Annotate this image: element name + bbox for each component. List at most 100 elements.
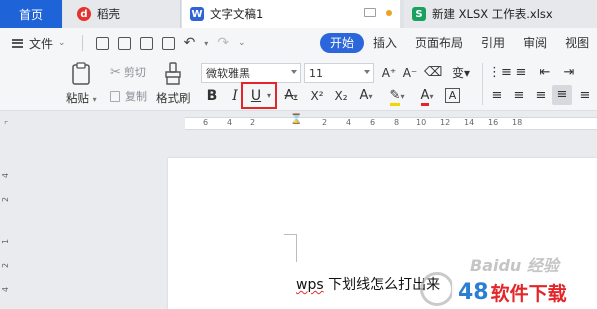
- align-center-icon[interactable]: ≡: [510, 86, 528, 106]
- strikethrough-button[interactable]: A▾: [280, 86, 302, 107]
- font-color-button[interactable]: A▾: [414, 86, 440, 107]
- tab-active-document-label: 文字文稿1: [210, 7, 264, 21]
- pinyin-guide-icon[interactable]: 变▾: [448, 63, 474, 83]
- file-menu-button[interactable]: 文件 ⌄: [12, 35, 66, 52]
- paste-label: 粘贴 ▾: [66, 91, 97, 105]
- ruler-label: 4: [346, 118, 352, 127]
- ribbon-toolbar: 粘贴 ▾ ✂ 剪切 复制 格式刷 微软雅黑 11 A⁺ A⁻ ⌫ 变▾ B I …: [0, 58, 597, 111]
- font-name-value: 微软雅黑: [206, 67, 250, 80]
- ribbon-tab-references[interactable]: 引用: [472, 33, 514, 53]
- ruler-label: 6: [370, 118, 376, 127]
- ruler-label: 14: [464, 118, 475, 127]
- chevron-down-icon: ⌄: [58, 38, 66, 48]
- document-text[interactable]: wps 下划线怎么打出来: [296, 274, 440, 294]
- font-name-dropdown-icon: [291, 70, 297, 74]
- ribbon-tab-review[interactable]: 审阅: [514, 33, 556, 53]
- vruler-label: 4: [1, 286, 11, 293]
- vruler-label: 4: [1, 172, 11, 179]
- ribbon-tab-home[interactable]: 开始: [320, 33, 365, 53]
- document-text-wps: wps: [296, 277, 324, 293]
- tab-docer[interactable]: d 稻壳: [63, 0, 181, 28]
- writer-doc-icon: W: [190, 7, 204, 21]
- ribbon-tabs: 开始 插入 页面布局 引用 审阅 视图 章: [320, 33, 597, 53]
- highlight-color-button[interactable]: ✎▾: [384, 86, 410, 107]
- paste-button[interactable]: 粘贴 ▾: [66, 62, 97, 106]
- indent-marker-icon[interactable]: ⌛: [290, 114, 302, 125]
- horizontal-ruler: 6 4 2 2 4 6 8 10 12 14 16 18 ⌛ ⌜: [0, 111, 597, 133]
- window-tab-bar: 首页 d 稻壳 W 文字文稿1 S 新建 XLSX 工作表.xlsx: [0, 0, 597, 28]
- divider: [482, 63, 483, 105]
- text-effect-button[interactable]: A▾: [355, 86, 377, 107]
- font-size-value: 11: [309, 66, 323, 80]
- justify-icon[interactable]: ≡: [552, 85, 572, 105]
- ribbon-tab-view[interactable]: 视图: [556, 33, 597, 53]
- monitor-icon[interactable]: [364, 8, 376, 17]
- print-icon[interactable]: [139, 36, 153, 50]
- ruler-label: 2: [322, 118, 328, 127]
- increase-indent-icon[interactable]: ⇥: [560, 63, 578, 83]
- tab-stop-icon[interactable]: ⌜: [4, 121, 8, 131]
- vruler-label: 2: [1, 196, 11, 203]
- align-right-icon[interactable]: ≡: [532, 86, 550, 106]
- ruler-label: 18: [512, 118, 523, 127]
- ruler-label: 2: [250, 118, 256, 127]
- underline-highlight-box: [241, 82, 277, 109]
- clear-format-icon[interactable]: ⌫: [424, 63, 442, 83]
- scissors-icon: ✂: [110, 64, 121, 80]
- numbered-list-icon[interactable]: ≡: [512, 63, 530, 83]
- subscript-button[interactable]: X₂: [331, 86, 351, 106]
- decrease-indent-icon[interactable]: ⇤: [536, 63, 554, 83]
- site-watermark: 48 软件下载: [452, 278, 575, 306]
- shrink-font-button[interactable]: A⁻: [401, 63, 419, 83]
- distribute-icon[interactable]: ≡: [576, 86, 594, 106]
- italic-button[interactable]: I: [228, 86, 242, 106]
- ruler-label: 6: [203, 118, 209, 127]
- tab-home-label: 首页: [18, 7, 43, 22]
- undo-dropdown-icon[interactable]: ▾: [204, 39, 208, 48]
- font-name-select[interactable]: 微软雅黑: [201, 63, 301, 83]
- tab-xlsx-label: 新建 XLSX 工作表.xlsx: [432, 7, 553, 21]
- ribbon-tab-insert[interactable]: 插入: [364, 33, 406, 53]
- tab-home[interactable]: 首页: [0, 0, 62, 28]
- copy-button[interactable]: 复制: [110, 88, 147, 104]
- save-icon[interactable]: [95, 36, 109, 50]
- grow-font-button[interactable]: A⁺: [380, 63, 398, 83]
- font-size-dropdown-icon: [364, 70, 370, 74]
- tab-xlsx[interactable]: S 新建 XLSX 工作表.xlsx: [404, 0, 597, 28]
- hamburger-icon: [12, 38, 23, 48]
- vruler-label: 1: [1, 238, 11, 245]
- file-menu-label: 文件: [29, 36, 54, 51]
- align-left-icon[interactable]: ≡: [488, 86, 506, 106]
- docer-icon: d: [77, 7, 91, 21]
- copy-icon: [110, 90, 120, 102]
- vertical-ruler: 4 2 1 2 4: [0, 133, 14, 309]
- tab-controls: [364, 8, 392, 17]
- menu-bar: 文件 ⌄ ↶ ▾ ↷ ⌄ 开始 插入 页面布局 引用 审阅 视图 章: [0, 28, 597, 58]
- export-pdf-icon[interactable]: [117, 36, 131, 50]
- ruler-label: 16: [488, 118, 499, 127]
- watermark-circle-icon: [420, 272, 454, 306]
- format-painter-button[interactable]: 格式刷: [156, 62, 191, 106]
- ruler-label: 8: [394, 118, 400, 127]
- margin-corner-mark: [296, 234, 297, 262]
- cut-button[interactable]: ✂ 剪切: [110, 64, 146, 80]
- unsaved-dot-icon: [386, 9, 392, 16]
- redo-icon[interactable]: ↷: [217, 35, 229, 51]
- bold-button[interactable]: B: [204, 86, 220, 106]
- format-painter-label: 格式刷: [156, 91, 191, 105]
- character-border-button[interactable]: A: [445, 88, 460, 103]
- ruler-label: 4: [227, 118, 233, 127]
- customize-toolbar-icon[interactable]: ⌄: [238, 38, 246, 48]
- print-preview-icon[interactable]: [161, 36, 175, 50]
- tab-docer-label: 稻壳: [97, 7, 120, 21]
- margin-corner-mark: [284, 234, 296, 235]
- font-size-select[interactable]: 11: [304, 63, 374, 83]
- copy-label: 复制: [125, 90, 147, 103]
- ribbon-tab-layout[interactable]: 页面布局: [406, 33, 472, 53]
- tab-active-document[interactable]: W 文字文稿1: [182, 0, 400, 28]
- ruler-strip: [185, 117, 597, 130]
- undo-icon[interactable]: ↶: [184, 35, 196, 51]
- bullet-list-icon[interactable]: ⋮≡: [488, 63, 512, 83]
- superscript-button[interactable]: X²: [307, 86, 327, 106]
- ruler-label: 10: [416, 118, 427, 127]
